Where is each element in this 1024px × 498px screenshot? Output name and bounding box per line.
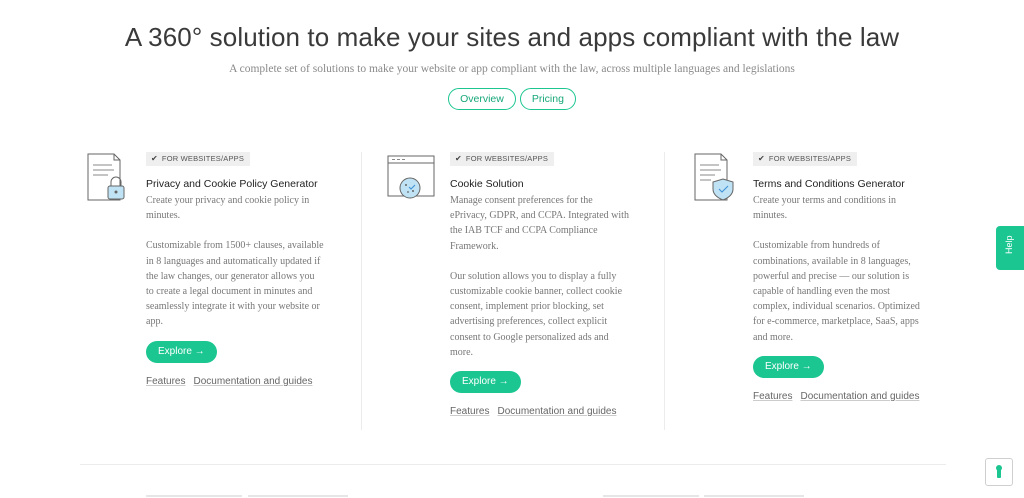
card-title: Cookie Solution [450,178,524,190]
page-subtitle: A complete set of solutions to make your… [229,63,795,75]
features-link[interactable]: Features [450,406,489,417]
overview-tab[interactable]: Overview [448,88,516,110]
explore-button[interactable]: Explore → [753,356,824,378]
card-title: Privacy and Cookie Policy Generator [146,178,318,190]
help-tab[interactable]: Help [996,226,1024,270]
footer-tab [248,495,348,497]
column-divider [361,152,362,430]
pricing-tab[interactable]: Pricing [519,88,576,110]
card-description: Create your terms and conditions in minut… [753,195,920,343]
page-title: A 360° solution to make your sites and a… [124,22,900,52]
privacy-shield-button[interactable] [985,458,1013,486]
explore-button[interactable]: Explore → [146,341,217,363]
features-link[interactable]: Features [146,376,185,387]
footer-tab [603,495,699,497]
documentation-link[interactable]: Documentation and guides [800,391,919,402]
card-description: Manage consent preferences for the ePriva… [450,195,629,358]
platform-badge: ✔ FOR WEBSITES/APPS [450,152,555,166]
document-shield-icon [694,153,734,201]
documentation-link[interactable]: Documentation and guides [497,406,616,417]
section-tabs: Overview Pricing [0,88,1024,110]
platform-badge: ✔ FOR WEBSITES/APPS [146,152,251,166]
card-links: Features Documentation and guides [753,391,927,402]
card-links: Features Documentation and guides [146,376,320,387]
section-divider [80,464,946,465]
column-divider [664,152,665,430]
platform-badge: ✔ FOR WEBSITES/APPS [753,152,858,166]
card-title: Terms and Conditions Generator [753,178,905,190]
explore-button[interactable]: Explore → [450,371,521,393]
card-links: Features Documentation and guides [450,406,624,417]
card-description: Create your privacy and cookie policy in… [146,195,324,328]
documentation-link[interactable]: Documentation and guides [193,376,312,387]
footer-tab [704,495,804,497]
document-lock-icon [87,153,125,201]
features-link[interactable]: Features [753,391,792,402]
footer-tab [146,495,242,497]
browser-cookie-icon [387,155,435,199]
